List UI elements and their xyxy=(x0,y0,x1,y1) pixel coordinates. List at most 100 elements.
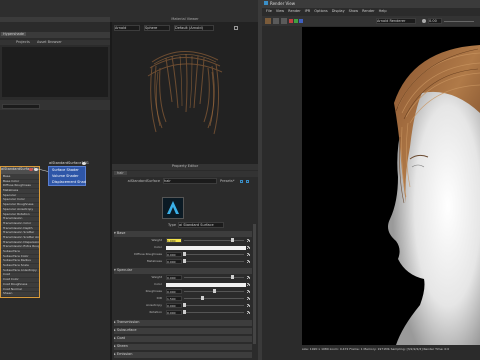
section-specular[interactable]: ▾ Specular xyxy=(114,268,252,274)
node-close-icon[interactable] xyxy=(29,168,33,171)
attribute-slider[interactable] xyxy=(184,261,244,262)
attribute-slider[interactable] xyxy=(184,312,244,313)
map-button-icon[interactable] xyxy=(247,290,250,293)
red-channel-icon[interactable] xyxy=(289,19,293,23)
menu-item[interactable]: Display xyxy=(332,9,345,13)
base-attributes: Weight 1.000 Color Diffuse Roughness 0.000 Me… xyxy=(114,238,252,266)
menu-item[interactable]: Render xyxy=(362,9,374,13)
map-button-icon[interactable] xyxy=(247,283,250,286)
attribute-label: Weight xyxy=(151,238,162,242)
arnold-logo-icon xyxy=(167,201,179,214)
attribute-label: Roughness xyxy=(145,289,162,293)
renderer-dropdown[interactable]: Arnold xyxy=(114,25,140,31)
node-search-input[interactable] xyxy=(2,104,40,109)
copy-tab-icon[interactable] xyxy=(246,180,249,183)
tab-hair[interactable]: hair xyxy=(114,171,127,175)
exposure-field[interactable]: 0.00 xyxy=(428,18,442,24)
attribute-slider[interactable] xyxy=(184,240,244,241)
menu-item[interactable]: Show xyxy=(349,9,358,13)
attribute-row: Weight 0.000 xyxy=(114,275,252,281)
slider-handle[interactable] xyxy=(183,252,186,256)
section-collapsed[interactable]: ▸ Coat xyxy=(114,336,252,342)
specular-attributes: Weight 0.000 Color Roughness 0.000 IOR 1.500 An… xyxy=(114,275,252,319)
slider-handle[interactable] xyxy=(201,296,204,300)
attribute-label: Color xyxy=(154,282,162,286)
slider-handle[interactable] xyxy=(213,289,216,293)
shader-node[interactable]: aiStandardSurface1 Base Base Color Diffuse… xyxy=(0,166,40,298)
shading-group-node[interactable]: aiStandardSurface1SG Surface Shader Volu… xyxy=(48,161,89,186)
sg-close-icon[interactable] xyxy=(82,162,86,165)
tab-projects[interactable]: Projects xyxy=(16,40,30,44)
map-button-icon[interactable] xyxy=(247,260,250,263)
map-button-icon[interactable] xyxy=(247,246,250,249)
slider-handle[interactable] xyxy=(183,303,186,307)
geometry-dropdown[interactable]: Sphere xyxy=(144,25,170,31)
attribute-slider[interactable] xyxy=(184,254,244,255)
attribute-slider[interactable] xyxy=(184,305,244,306)
attribute-slider[interactable] xyxy=(184,277,244,278)
menu-item[interactable]: Help xyxy=(379,9,387,13)
camera-dropdown[interactable]: Arnold Renderer xyxy=(376,18,416,24)
menu-item[interactable]: View xyxy=(276,9,284,13)
map-button-icon[interactable] xyxy=(247,297,250,300)
render-image xyxy=(302,27,480,345)
attribute-value-field[interactable]: 0.000 xyxy=(166,259,182,264)
browser-panel: Hypershade Projects Asset Browser xyxy=(0,22,110,100)
render-view-window: Render View File View Render IPR Options Disp… xyxy=(262,0,480,360)
menu-item[interactable]: Options xyxy=(314,9,328,13)
attribute-value-field[interactable]: 0.000 xyxy=(166,303,182,308)
section-collapsed[interactable]: ▸ Subsurface xyxy=(114,328,252,334)
attribute-value-field[interactable]: 0.000 xyxy=(166,252,182,257)
slider-handle[interactable] xyxy=(231,238,234,242)
attribute-value-field[interactable]: 1.000 xyxy=(166,238,182,243)
attribute-slider[interactable] xyxy=(184,298,244,299)
color-swatch[interactable] xyxy=(166,246,246,250)
blue-channel-icon[interactable] xyxy=(299,19,303,23)
presets-button[interactable]: Presets* xyxy=(220,179,238,184)
color-swatch[interactable] xyxy=(166,283,246,287)
node-name-field[interactable]: hair xyxy=(163,178,217,184)
sg-input-surface[interactable]: Surface Shader xyxy=(52,168,86,173)
slider-handle[interactable] xyxy=(183,310,186,314)
map-button-icon[interactable] xyxy=(247,253,250,256)
menu-item[interactable]: IPR xyxy=(305,9,311,13)
attribute-value-field[interactable]: 0.000 xyxy=(166,275,182,280)
section-base[interactable]: ▾ Base xyxy=(114,231,252,237)
slider-handle[interactable] xyxy=(231,275,234,279)
menu-item[interactable]: File xyxy=(266,9,272,13)
pin-icon[interactable] xyxy=(240,180,243,183)
property-editor-title: Property Editor xyxy=(112,164,258,170)
map-button-icon[interactable] xyxy=(247,276,250,279)
arnold-swatch xyxy=(162,197,184,219)
attribute-row: Diffuse Roughness 0.000 xyxy=(114,252,252,258)
property-tab-bar: hair xyxy=(112,171,258,177)
snapshot-button[interactable] xyxy=(281,18,287,24)
map-button-icon[interactable] xyxy=(247,239,250,242)
property-scrollbar[interactable] xyxy=(253,224,256,344)
tab-hypershade[interactable]: Hypershade xyxy=(1,32,27,36)
map-button-icon[interactable] xyxy=(247,304,250,307)
sg-input-volume[interactable]: Volume Shader xyxy=(52,174,86,179)
exposure-slider[interactable] xyxy=(444,21,474,22)
tab-asset-browser[interactable]: Asset Browser xyxy=(37,40,62,44)
browser-content xyxy=(2,47,108,97)
sg-input-displacement[interactable]: Displacement Shader xyxy=(52,180,86,185)
hair-preview-image xyxy=(147,51,223,135)
menu-item[interactable]: Render xyxy=(288,9,300,13)
lighting-dropdown[interactable]: Default (Arnold) xyxy=(174,25,214,31)
map-button-icon[interactable] xyxy=(247,311,250,314)
render-view-title: Render View xyxy=(270,1,296,6)
type-dropdown[interactable]: ai Standard Surface xyxy=(178,222,224,228)
green-channel-icon[interactable] xyxy=(294,19,298,23)
material-viewer: Material Viewer Arnold Sphere Default (A… xyxy=(112,17,258,164)
attribute-value-field[interactable]: 0.000 xyxy=(166,289,182,294)
render-button[interactable] xyxy=(265,18,271,24)
viewer-settings-icon[interactable] xyxy=(234,26,238,30)
attribute-value-field[interactable]: 0.000 xyxy=(166,310,182,315)
section-collapsed[interactable]: ▸ Emission xyxy=(114,352,252,358)
section-collapsed[interactable]: ▸ Sheen xyxy=(114,344,252,350)
ipr-button[interactable] xyxy=(273,18,279,24)
attribute-value-field[interactable]: 1.500 xyxy=(166,296,182,301)
section-collapsed[interactable]: ▸ Transmission xyxy=(114,320,252,326)
slider-handle[interactable] xyxy=(183,259,186,263)
